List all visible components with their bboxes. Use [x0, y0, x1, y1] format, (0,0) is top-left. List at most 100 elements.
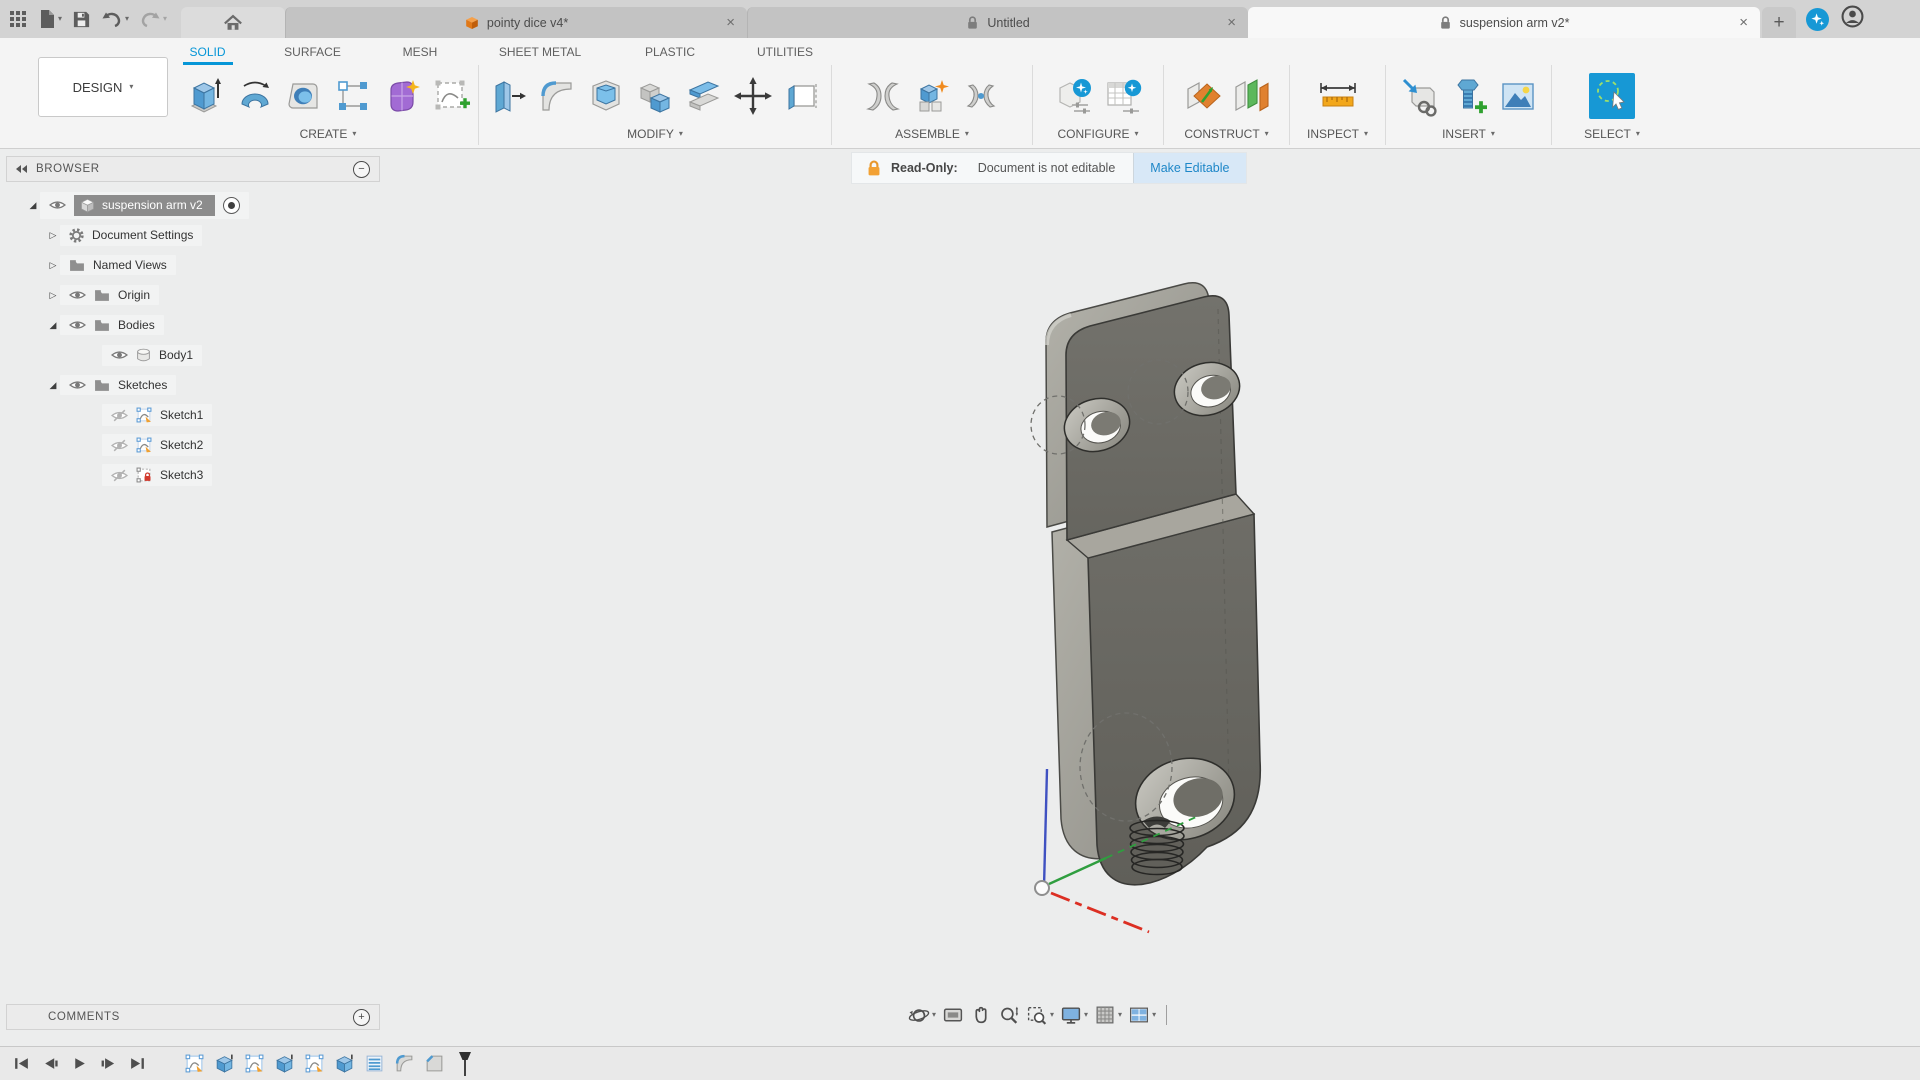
step-forward-button[interactable]	[100, 1056, 117, 1071]
expand-arrow-icon[interactable]: ◢	[46, 380, 60, 391]
extrude-icon[interactable]	[183, 70, 229, 122]
visibility-eye-icon[interactable]	[69, 379, 86, 391]
timeline-sketch2-icon[interactable]	[243, 1052, 266, 1075]
activate-component-radio[interactable]	[222, 196, 240, 214]
insert-fastener-icon[interactable]	[1446, 70, 1492, 122]
undo-button[interactable]: ▾	[101, 10, 129, 28]
new-tab-button[interactable]: +	[1762, 7, 1797, 38]
tree-item-document-settings[interactable]: ▷ Document Settings	[6, 220, 380, 250]
tree-item-sketch2[interactable]: Sketch2	[6, 430, 380, 460]
expand-arrow-icon[interactable]: ◢	[46, 320, 60, 331]
browser-display-toggle-icon[interactable]: −	[353, 160, 370, 178]
visibility-off-eye-icon[interactable]	[111, 469, 128, 482]
tree-item-sketch1[interactable]: Sketch1	[6, 400, 380, 430]
ribbon-tab-sheet-metal[interactable]: SHEET METAL	[470, 41, 610, 65]
redo-caret-icon[interactable]: ▾	[163, 15, 167, 23]
rectangular-pattern-icon[interactable]	[330, 70, 376, 122]
file-menu-button[interactable]: ▾	[38, 9, 62, 29]
tree-item-body1[interactable]: Body1	[6, 340, 380, 370]
display-caret-icon[interactable]: ▾	[1084, 1011, 1088, 1019]
create-sketch-icon[interactable]	[428, 70, 474, 122]
joint-origin-icon[interactable]	[958, 70, 1004, 122]
undo-caret-icon[interactable]: ▾	[125, 15, 129, 23]
display-settings-button[interactable]: ▾	[1060, 1004, 1088, 1026]
make-editable-button[interactable]: Make Editable	[1133, 153, 1246, 183]
shell-icon[interactable]	[583, 70, 629, 122]
file-menu-caret-icon[interactable]: ▾	[58, 15, 62, 23]
expand-arrow-icon[interactable]: ▷	[46, 290, 60, 301]
window-zoom-caret-icon[interactable]: ▾	[1050, 1011, 1054, 1019]
workspace-selector[interactable]: DESIGN ▾	[38, 57, 168, 117]
tab-close-icon[interactable]: ×	[1739, 15, 1748, 30]
tree-item-origin[interactable]: ▷ Origin	[6, 280, 380, 310]
look-at-button[interactable]	[942, 1004, 964, 1026]
add-comment-icon[interactable]: +	[353, 1008, 370, 1026]
tab-suspension-arm[interactable]: suspension arm v2* ×	[1248, 7, 1761, 38]
zoom-button[interactable]	[998, 1004, 1020, 1026]
nav-toolbar-handle[interactable]	[1166, 1005, 1168, 1025]
save-button[interactable]	[72, 10, 91, 29]
browser-collapse-icon[interactable]	[16, 165, 27, 173]
timeline-fillet-icon[interactable]	[393, 1052, 416, 1075]
tree-item-sketches[interactable]: ◢ Sketches	[6, 370, 380, 400]
move-copy-icon[interactable]	[730, 70, 776, 122]
tree-item-bodies[interactable]: ◢ Bodies	[6, 310, 380, 340]
measure-icon[interactable]	[1315, 70, 1361, 122]
configure-dropdown[interactable]: CONFIGURE ▾	[1057, 127, 1138, 145]
timeline-playhead[interactable]	[455, 1051, 475, 1076]
comments-bar[interactable]: COMMENTS +	[6, 1004, 380, 1030]
grid-display-button[interactable]: ▾	[1094, 1004, 1122, 1026]
create-dropdown[interactable]: CREATE ▾	[300, 127, 357, 145]
expand-arrow-icon[interactable]: ▷	[46, 260, 60, 271]
orbit-button[interactable]: ▾	[908, 1004, 936, 1026]
3d-viewport[interactable]: Read-Only: Document is not editable Make…	[0, 149, 1920, 1047]
visibility-eye-icon[interactable]	[111, 349, 128, 361]
ribbon-tab-surface[interactable]: SURFACE	[255, 41, 370, 65]
grid-caret-icon[interactable]: ▾	[1118, 1011, 1122, 1019]
select-dropdown[interactable]: SELECT ▾	[1584, 127, 1640, 145]
window-zoom-button[interactable]: ▾	[1026, 1004, 1054, 1026]
visibility-off-eye-icon[interactable]	[111, 439, 128, 452]
timeline-extrude2-icon[interactable]	[273, 1052, 296, 1075]
ribbon-tab-utilities[interactable]: UTILITIES	[730, 41, 840, 65]
go-to-end-button[interactable]	[129, 1056, 146, 1071]
configuration-table-icon[interactable]	[1100, 70, 1146, 122]
pan-button[interactable]	[970, 1004, 992, 1026]
select-icon[interactable]	[1589, 73, 1635, 119]
configuration-icon[interactable]	[1051, 70, 1097, 122]
user-avatar[interactable]	[1841, 5, 1864, 33]
timeline-extrude3-icon[interactable]	[333, 1052, 356, 1075]
inspect-dropdown[interactable]: INSPECT ▾	[1307, 127, 1368, 145]
redo-button[interactable]: ▾	[139, 10, 167, 28]
insert-derive-icon[interactable]	[1397, 70, 1443, 122]
expand-arrow-icon[interactable]: ▷	[46, 230, 60, 241]
assemble-dropdown[interactable]: ASSEMBLE ▾	[895, 127, 969, 145]
tree-item-sketch3[interactable]: Sketch3	[6, 460, 380, 490]
step-back-button[interactable]	[42, 1056, 59, 1071]
app-grid-icon[interactable]	[8, 9, 28, 29]
press-pull-icon[interactable]	[485, 70, 531, 122]
create-form-icon[interactable]	[379, 70, 425, 122]
viewports-caret-icon[interactable]: ▾	[1152, 1011, 1156, 1019]
visibility-eye-icon[interactable]	[49, 199, 66, 211]
expand-arrow-icon[interactable]: ◢	[26, 200, 40, 211]
tab-close-icon[interactable]: ×	[1227, 15, 1236, 30]
combine-icon[interactable]	[632, 70, 678, 122]
home-tab[interactable]	[181, 7, 286, 38]
selected-node[interactable]: suspension arm v2	[74, 194, 215, 216]
new-component-icon[interactable]	[909, 70, 955, 122]
hole-icon[interactable]	[281, 70, 327, 122]
fillet-icon[interactable]	[534, 70, 580, 122]
visibility-eye-icon[interactable]	[69, 319, 86, 331]
canvas-icon[interactable]	[1495, 70, 1541, 122]
tree-item-named-views[interactable]: ▷ Named Views	[6, 250, 380, 280]
insert-dropdown[interactable]: INSERT ▾	[1442, 127, 1495, 145]
align-icon[interactable]	[779, 70, 825, 122]
orbit-caret-icon[interactable]: ▾	[932, 1011, 936, 1019]
visibility-eye-icon[interactable]	[69, 289, 86, 301]
timeline-sketch1-icon[interactable]	[183, 1052, 206, 1075]
construct-dropdown[interactable]: CONSTRUCT ▾	[1184, 127, 1268, 145]
tab-pointy-dice[interactable]: pointy dice v4* ×	[285, 7, 748, 38]
go-to-start-button[interactable]	[13, 1056, 30, 1071]
construction-plane-icon[interactable]	[1179, 70, 1225, 122]
